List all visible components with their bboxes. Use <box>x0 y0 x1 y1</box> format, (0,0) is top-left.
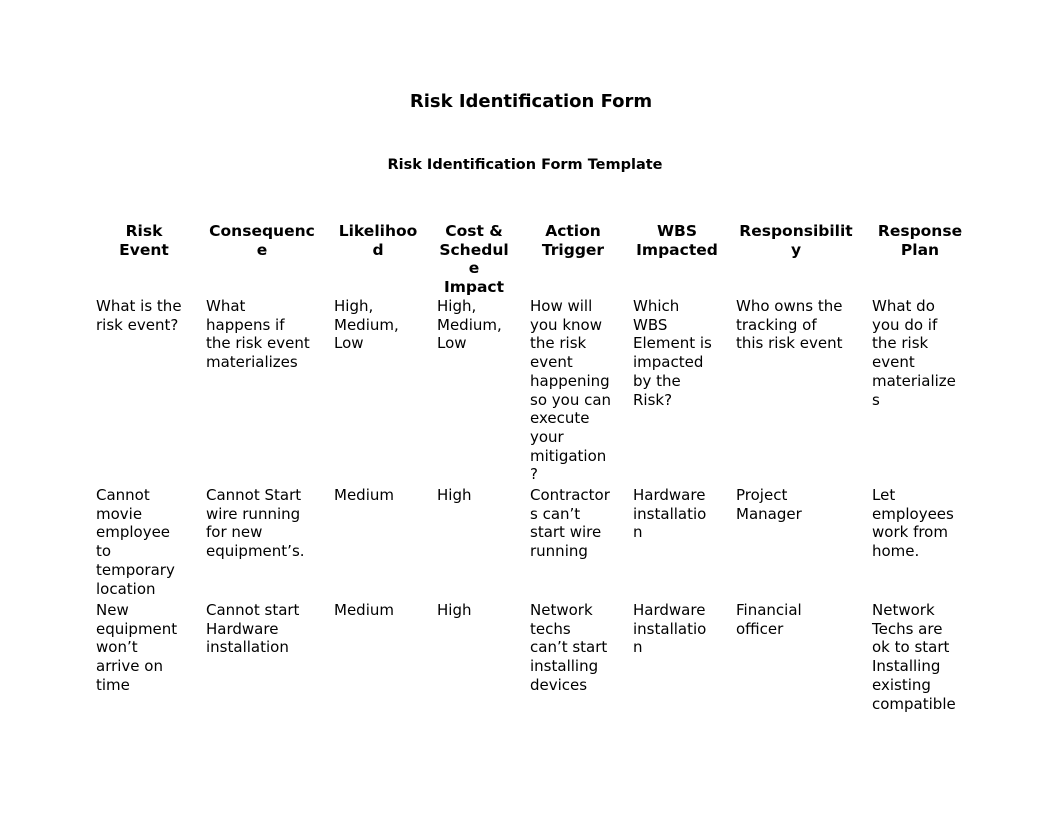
cell-consequence: Cannot start Hardware installation <box>206 601 300 657</box>
cell-cost-schedule-impact: High <box>437 486 472 504</box>
cell-consequence: Cannot Start wire running for new equipm… <box>206 486 305 561</box>
cell-wbs-impacted: Which WBS Element is impacted by the Ris… <box>633 297 712 409</box>
document-subtitle: Risk Identification Form Template <box>387 157 663 173</box>
cell-response-plan: What do you do if the risk event materia… <box>872 297 956 409</box>
cell-wbs-impacted: Hardware installatio n <box>633 601 707 657</box>
document-page: Risk Identification Form Risk Identifica… <box>0 0 1062 822</box>
cell-responsibility: Project Manager <box>736 486 802 523</box>
cell-response-plan: Let employees work from home. <box>872 486 954 561</box>
cell-likelihood: High, Medium, Low <box>334 297 399 353</box>
cell-responsibility: Financial officer <box>736 601 802 638</box>
header-consequence: Consequenc e <box>209 222 315 259</box>
cell-risk-event: Cannot movie employee to temporary locat… <box>96 486 175 598</box>
header-response-plan: Response Plan <box>877 222 963 259</box>
cell-risk-event: What is the risk event? <box>96 297 182 334</box>
header-likelihood: Likelihoo d <box>338 222 418 259</box>
header-responsibility: Responsibilit y <box>739 222 853 259</box>
cell-action-trigger: Network techs can’t start installing dev… <box>530 601 608 694</box>
cell-cost-schedule-impact: High <box>437 601 472 619</box>
document-title: Risk Identification Form <box>409 91 653 112</box>
cell-likelihood: Medium <box>334 601 394 619</box>
cell-action-trigger: How will you know the risk event happeni… <box>530 297 612 484</box>
cell-likelihood: Medium <box>334 486 394 504</box>
cell-responsibility: Who owns the tracking of this risk event <box>736 297 843 353</box>
cell-wbs-impacted: Hardware installatio n <box>633 486 707 542</box>
cell-cost-schedule-impact: High, Medium, Low <box>437 297 502 353</box>
cell-consequence: What happens if the risk event materiali… <box>206 297 310 372</box>
header-action-trigger: Action Trigger <box>541 222 605 259</box>
header-risk-event: Risk Event <box>119 222 169 259</box>
header-cost-schedule-impact: Cost & Schedul e Impact <box>439 222 509 297</box>
cell-action-trigger: Contractor s can’t start wire running <box>530 486 610 561</box>
cell-response-plan: Network Techs are ok to start Installing… <box>872 601 956 713</box>
header-wbs-impacted: WBS Impacted <box>636 222 718 259</box>
cell-risk-event: New equipment won’t arrive on time <box>96 601 178 694</box>
